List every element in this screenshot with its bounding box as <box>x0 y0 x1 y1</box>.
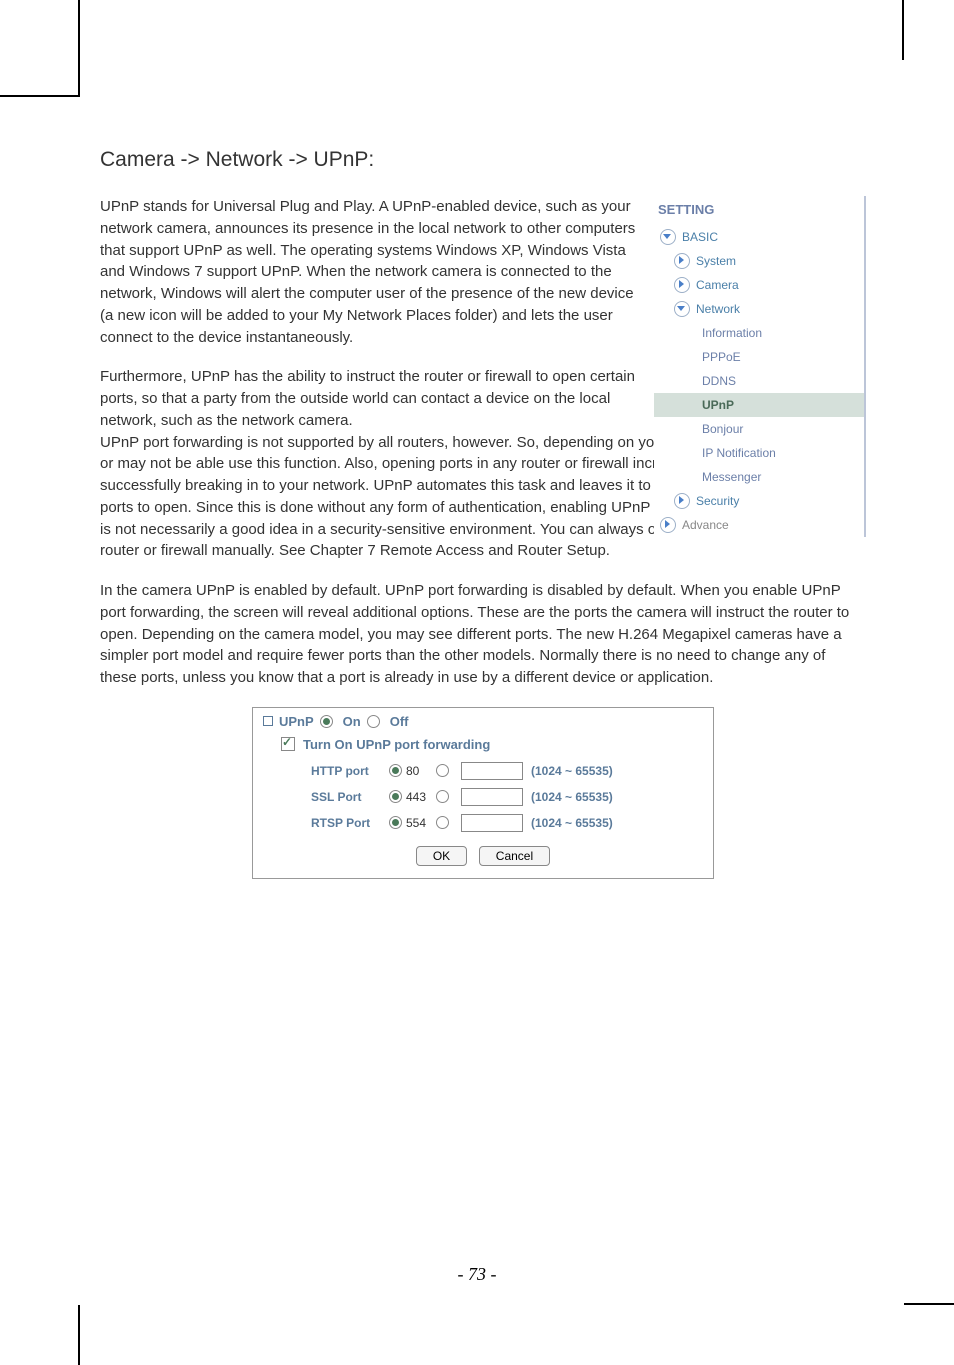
http-default-radio[interactable] <box>389 764 402 777</box>
sidebar-ddns[interactable]: DDNS <box>654 369 864 393</box>
button-row: OK Cancel <box>263 846 703 866</box>
sidebar-network[interactable]: Network <box>654 297 864 321</box>
chevron-right-icon <box>674 493 690 509</box>
http-port-row: HTTP port 80 (1024 ~ 65535) <box>311 762 703 780</box>
sidebar-setting-header: SETTING <box>654 196 864 225</box>
chevron-right-icon <box>674 277 690 293</box>
ssl-custom-radio[interactable] <box>436 790 449 803</box>
upnp-panel-title: UPnP On Off <box>263 714 703 729</box>
sidebar-security[interactable]: Security <box>654 489 864 513</box>
sidebar-basic[interactable]: BASIC <box>654 225 864 249</box>
square-icon <box>263 716 273 726</box>
http-port-input[interactable] <box>461 762 523 780</box>
ssl-port-row: SSL Port 443 (1024 ~ 65535) <box>311 788 703 806</box>
ok-button[interactable]: OK <box>416 846 467 866</box>
ssl-default-radio[interactable] <box>389 790 402 803</box>
sidebar-information[interactable]: Information <box>654 321 864 345</box>
sidebar-camera[interactable]: Camera <box>654 273 864 297</box>
chevron-down-icon <box>660 229 676 245</box>
sidebar-messenger[interactable]: Messenger <box>654 465 864 489</box>
upnp-settings-panel: UPnP On Off Turn On UPnP port forwarding… <box>252 707 714 879</box>
crop-mark-tl-v <box>78 0 80 95</box>
paragraph-2: Furthermore, UPnP has the ability to ins… <box>100 366 645 431</box>
rtsp-custom-radio[interactable] <box>436 816 449 829</box>
crop-mark-tl-h <box>0 95 80 97</box>
upnp-forward-row: Turn On UPnP port forwarding <box>281 737 703 752</box>
crop-mark-br <box>904 1303 954 1305</box>
sidebar-bonjour[interactable]: Bonjour <box>654 417 864 441</box>
chevron-right-icon <box>674 253 690 269</box>
chevron-down-icon <box>674 301 690 317</box>
sidebar-system[interactable]: System <box>654 249 864 273</box>
rtsp-port-input[interactable] <box>461 814 523 832</box>
sidebar-pppoe[interactable]: PPPoE <box>654 345 864 369</box>
sidebar-advance[interactable]: Advance <box>654 513 864 537</box>
upnp-on-radio[interactable] <box>320 715 333 728</box>
http-custom-radio[interactable] <box>436 764 449 777</box>
page-heading: Camera -> Network -> UPnP: <box>100 148 866 172</box>
ssl-port-input[interactable] <box>461 788 523 806</box>
paragraph-4: In the camera UPnP is enabled by default… <box>100 580 860 689</box>
page-number: - 73 - <box>0 1264 954 1285</box>
settings-sidebar: SETTING BASIC System Camera Network Info… <box>654 196 866 537</box>
upnp-off-radio[interactable] <box>367 715 380 728</box>
crop-mark-tr <box>902 0 904 60</box>
rtsp-port-row: RTSP Port 554 (1024 ~ 65535) <box>311 814 703 832</box>
port-forwarding-checkbox[interactable] <box>281 737 295 751</box>
rtsp-default-radio[interactable] <box>389 816 402 829</box>
sidebar-upnp[interactable]: UPnP <box>654 393 864 417</box>
cancel-button[interactable]: Cancel <box>479 846 550 866</box>
paragraph-1: UPnP stands for Universal Plug and Play.… <box>100 196 645 348</box>
chevron-right-icon <box>660 517 676 533</box>
sidebar-ipnotification[interactable]: IP Notification <box>654 441 864 465</box>
crop-mark-bl <box>78 1305 80 1365</box>
